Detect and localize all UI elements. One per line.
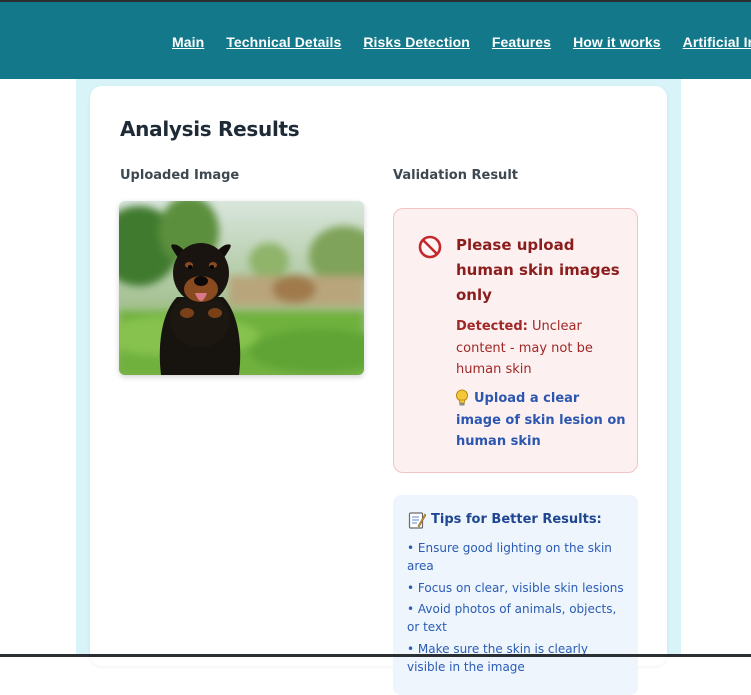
tip-item: • Avoid photos of animals, objects, or t… [407,602,617,634]
tip-item: • Focus on clear, visible skin lesions [407,580,624,595]
nav-link-risks-detection[interactable]: Risks Detection [363,34,470,50]
upload-tip: Upload a clear image of skin lesion on h… [456,388,626,453]
nav-link-artificial-intelligence[interactable]: Artificial Intelligence [683,34,751,50]
nav-link-how-it-works[interactable]: How it works [573,34,661,50]
detected-message: Detected: Unclear content - may not be h… [456,316,626,381]
uploaded-image [119,201,364,375]
nav-link-technical-details[interactable]: Technical Details [226,34,341,50]
tips-list: • Ensure good lighting on the skin area … [407,539,629,679]
validation-result-label: Validation Result [393,168,518,183]
tip-item: • Make sure the skin is clearly visible … [407,641,588,674]
memo-icon [408,512,426,529]
uploaded-image-label: Uploaded Image [120,168,240,183]
validation-error-heading: Please upload human skin images only [456,236,620,304]
no-entry-icon [418,235,442,259]
tip-item: • Ensure good lighting on the skin area [407,541,612,573]
upload-tip-text: Upload a clear image of skin lesion on h… [456,391,626,449]
top-navigation-bar: Main Technical Details Risks Detection Feat… [0,2,751,79]
nav-links: Main Technical Details Risks Detection Feat… [172,32,751,51]
detected-label: Detected: [456,319,528,334]
tips-title: Tips for Better Results: [431,512,602,527]
lightbulb-icon [456,389,468,406]
nav-link-features[interactable]: Features [492,34,551,50]
nav-link-main[interactable]: Main [172,34,204,50]
page-title: Analysis Results [120,117,300,141]
